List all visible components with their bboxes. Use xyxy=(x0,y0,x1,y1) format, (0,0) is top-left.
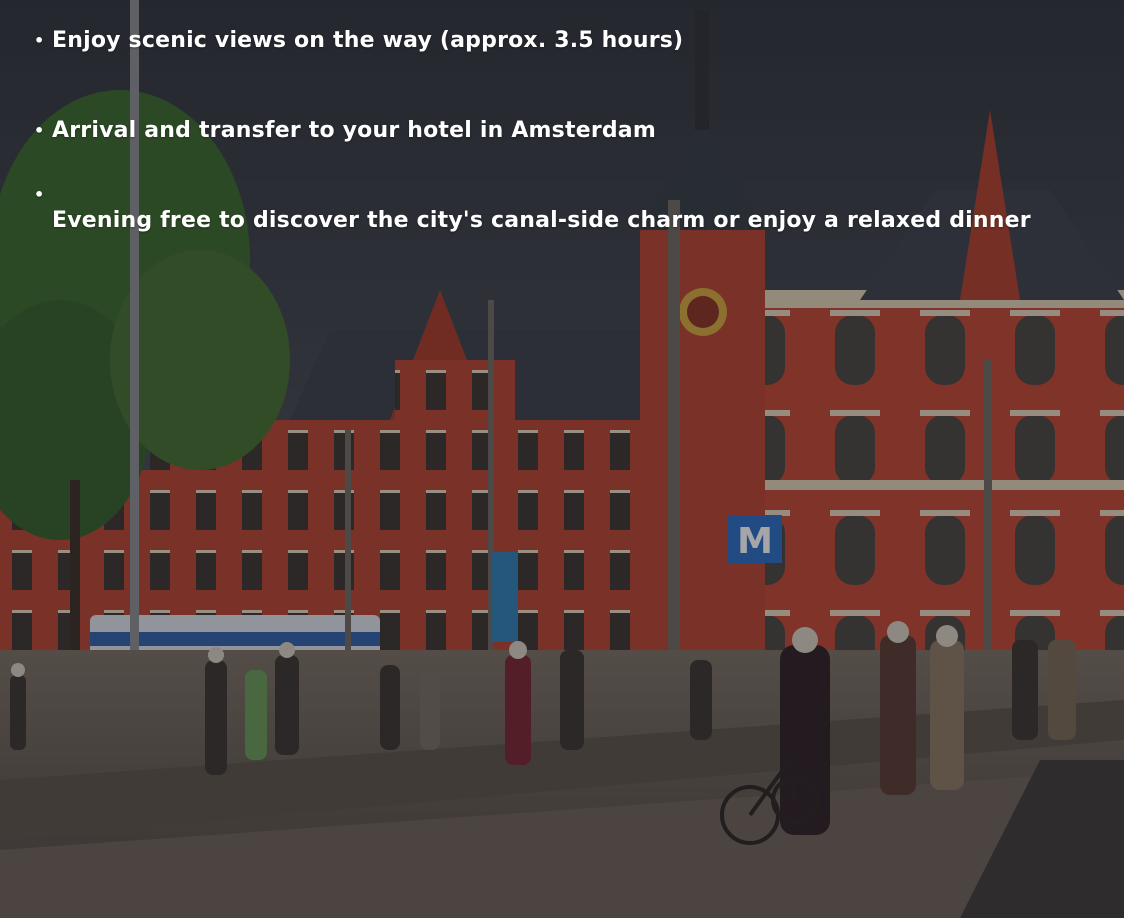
bullet-icon: • xyxy=(34,185,45,204)
bullet-icon: • xyxy=(34,121,45,140)
itinerary-item-text: Enjoy scenic views on the way (approx. 3… xyxy=(52,28,684,53)
itinerary-item: • Enjoy scenic views on the way (approx.… xyxy=(34,22,1094,60)
itinerary-item: • Evening free to discover the city's ca… xyxy=(34,176,1094,266)
bullet-icon: • xyxy=(34,31,45,50)
itinerary-item: • Arrival and transfer to your hotel in … xyxy=(34,112,1094,150)
hero-image-section: M • Enjoy scenic views on the way (appro… xyxy=(0,0,1124,918)
itinerary-list: • Enjoy scenic views on the way (approx.… xyxy=(34,22,1094,266)
itinerary-item-text: Evening free to discover the city's cana… xyxy=(52,208,1031,233)
itinerary-item-text: Arrival and transfer to your hotel in Am… xyxy=(52,118,656,143)
